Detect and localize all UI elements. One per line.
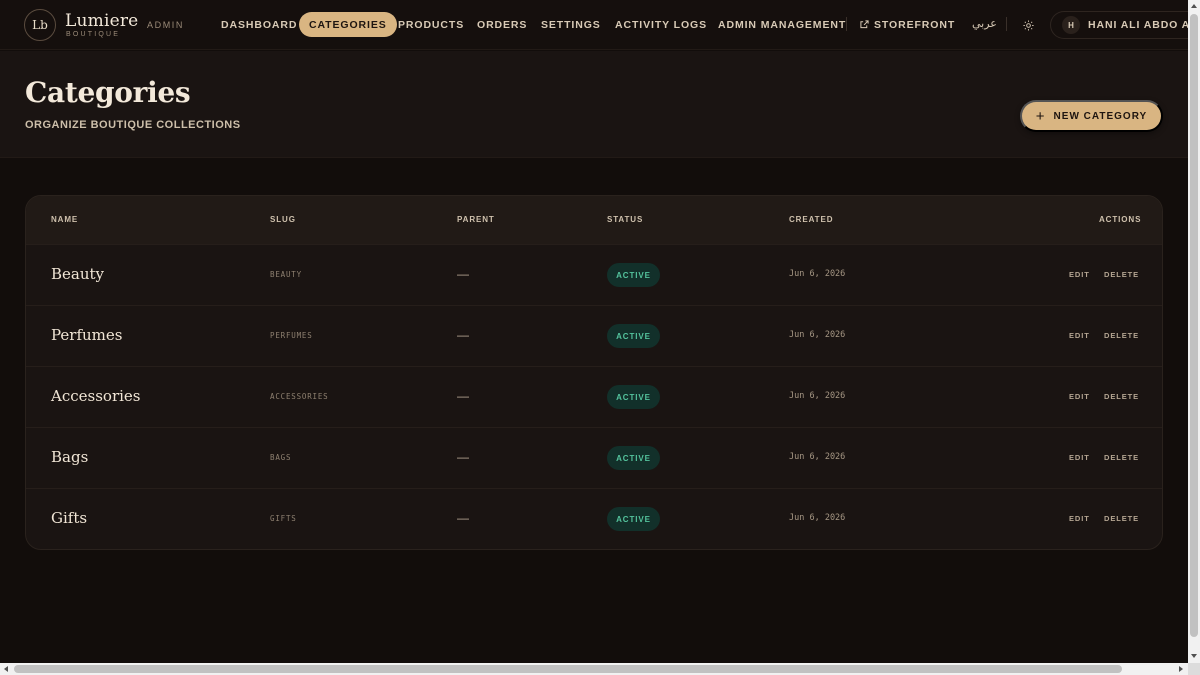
avatar: H — [1062, 16, 1080, 34]
horizontal-scrollbar[interactable] — [0, 663, 1188, 675]
category-slug: BEAUTY — [270, 270, 302, 279]
category-slug: GIFTS — [270, 514, 297, 523]
category-parent: — — [457, 267, 469, 281]
status-badge: ACTIVE — [607, 263, 660, 287]
created-date: Jun 6, 2026 — [789, 330, 846, 340]
status-badge: ACTIVE — [607, 446, 660, 470]
delete-button[interactable]: DELETE — [1104, 392, 1139, 401]
nav-dashboard[interactable]: DASHBOARD — [211, 12, 307, 37]
category-parent: — — [457, 328, 469, 342]
delete-button[interactable]: DELETE — [1104, 453, 1139, 462]
status-badge: ACTIVE — [607, 324, 660, 348]
delete-button[interactable]: DELETE — [1104, 514, 1139, 523]
nav-products[interactable]: PRODUCTS — [388, 12, 474, 37]
nav-divider — [846, 17, 847, 31]
vertical-scrollbar-thumb[interactable] — [1190, 14, 1198, 637]
column-header-actions: ACTIONS — [1099, 215, 1142, 224]
edit-button[interactable]: EDIT — [1069, 453, 1090, 462]
column-header-slug: SLUG — [270, 215, 296, 224]
top-navbar: Lb Lumiere BOUTIQUE ADMIN DASHBOARD CATE… — [0, 0, 1200, 50]
column-header-name: NAME — [51, 215, 79, 224]
new-category-button[interactable]: + NEW CATEGORY — [1020, 100, 1163, 132]
column-header-status: STATUS — [607, 215, 644, 224]
horizontal-scrollbar-thumb[interactable] — [14, 665, 1122, 673]
nav-orders[interactable]: ORDERS — [467, 12, 537, 37]
category-slug: BAGS — [270, 453, 292, 462]
nav-divider — [1006, 17, 1007, 31]
delete-button[interactable]: DELETE — [1104, 270, 1139, 279]
table-row: Gifts GIFTS — ACTIVE Jun 6, 2026 EDIT DE… — [26, 488, 1162, 549]
edit-button[interactable]: EDIT — [1069, 392, 1090, 401]
status-badge: ACTIVE — [607, 385, 660, 409]
scrollbar-corner — [1188, 663, 1200, 675]
brand-logo[interactable]: Lb — [24, 9, 56, 41]
user-menu[interactable]: H HANI ALI ABDO ALSI — [1050, 11, 1200, 39]
brand-name[interactable]: Lumiere — [65, 11, 138, 31]
category-name: Beauty — [51, 265, 105, 283]
table-row: Beauty BEAUTY — ACTIVE Jun 6, 2026 EDIT … — [26, 244, 1162, 305]
scroll-left-icon[interactable] — [4, 666, 8, 672]
category-parent: — — [457, 389, 469, 403]
vertical-scrollbar[interactable] — [1188, 0, 1200, 663]
page-subtitle: ORGANIZE BOUTIQUE COLLECTIONS — [25, 119, 241, 131]
delete-button[interactable]: DELETE — [1104, 331, 1139, 340]
category-slug: PERFUMES — [270, 331, 313, 340]
external-link-icon — [860, 20, 869, 29]
created-date: Jun 6, 2026 — [789, 513, 846, 523]
category-slug: ACCESSORIES — [270, 392, 329, 401]
page-header: Categories ORGANIZE BOUTIQUE COLLECTIONS… — [0, 51, 1188, 158]
category-name: Accessories — [51, 387, 141, 405]
edit-button[interactable]: EDIT — [1069, 270, 1090, 279]
category-parent: — — [457, 511, 469, 525]
page-title: Categories — [25, 76, 191, 109]
nav-activity-logs[interactable]: ACTIVITY LOGS — [605, 12, 717, 37]
column-header-created: CREATED — [789, 215, 834, 224]
edit-button[interactable]: EDIT — [1069, 514, 1090, 523]
table-row: Bags BAGS — ACTIVE Jun 6, 2026 EDIT DELE… — [26, 427, 1162, 488]
column-header-parent: PARENT — [457, 215, 495, 224]
category-name: Gifts — [51, 509, 88, 527]
category-parent: — — [457, 450, 469, 464]
edit-button[interactable]: EDIT — [1069, 331, 1090, 340]
status-badge: ACTIVE — [607, 507, 660, 531]
nav-settings[interactable]: SETTINGS — [531, 12, 611, 37]
created-date: Jun 6, 2026 — [789, 452, 846, 462]
table-row: Perfumes PERFUMES — ACTIVE Jun 6, 2026 E… — [26, 305, 1162, 366]
plus-icon: + — [1035, 107, 1046, 125]
sun-icon[interactable] — [1020, 17, 1036, 33]
user-name: HANI ALI ABDO ALSI — [1088, 19, 1200, 31]
language-toggle[interactable]: عربي — [972, 17, 997, 30]
nav-categories[interactable]: CATEGORIES — [299, 12, 397, 37]
scroll-down-icon[interactable] — [1191, 654, 1197, 658]
nav-admin-management[interactable]: ADMIN MANAGEMENT — [708, 12, 856, 37]
nav-storefront[interactable]: STOREFRONT — [850, 12, 965, 37]
created-date: Jun 6, 2026 — [789, 269, 846, 279]
brand-subtitle: BOUTIQUE — [66, 31, 121, 38]
admin-label: ADMIN — [147, 20, 184, 30]
category-name: Bags — [51, 448, 89, 466]
created-date: Jun 6, 2026 — [789, 391, 846, 401]
scroll-up-icon[interactable] — [1191, 4, 1197, 8]
scroll-right-icon[interactable] — [1179, 666, 1183, 672]
category-name: Perfumes — [51, 326, 123, 344]
table-row: Accessories ACCESSORIES — ACTIVE Jun 6, … — [26, 366, 1162, 427]
new-category-label: NEW CATEGORY — [1053, 110, 1148, 122]
categories-table: NAME SLUG PARENT STATUS CREATED ACTIONS … — [25, 195, 1163, 550]
table-header: NAME SLUG PARENT STATUS CREATED ACTIONS — [26, 196, 1162, 244]
nav-storefront-label: STOREFRONT — [874, 18, 956, 31]
